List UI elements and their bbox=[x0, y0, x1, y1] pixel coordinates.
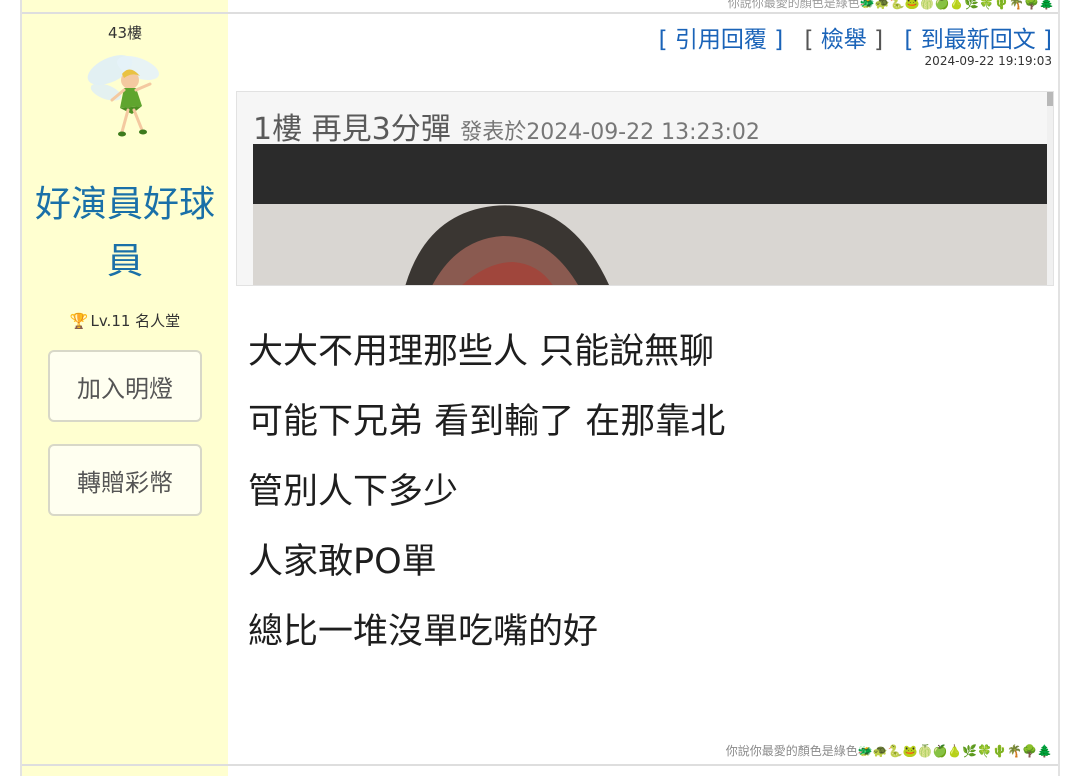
next-post-head bbox=[22, 766, 1058, 776]
forum-page: 你說你最愛的顏色是綠色🐲🐢🐍🐸🍈🍏🍐🌿🍀🌵🌴🌳🌲 43樓 好演員好球員 🏆 Lv… bbox=[0, 0, 1080, 776]
forum-post: 43樓 好演員好球員 🏆 Lv.11 名人堂 加入明燈 轉贈彩幣 [引用回覆 … bbox=[22, 14, 1058, 764]
quote-reply-link[interactable]: [ 引用回覆 ] bbox=[659, 27, 784, 53]
report-label: 檢舉 bbox=[820, 27, 867, 53]
post-body: 大大不用理那些人 只能說無聊 可能下兄弟 看到輸了 在那靠北 管別人下多少 人家… bbox=[248, 330, 725, 680]
body-line: 人家敢PO單 bbox=[248, 542, 437, 582]
post-frame: 你說你最愛的顏色是綠色🐲🐢🐍🐸🍈🍏🍐🌿🍀🌵🌴🌳🌲 43樓 好演員好球員 🏆 Lv… bbox=[20, 0, 1060, 776]
body-line: 管別人下多少 bbox=[248, 472, 459, 512]
post-timestamp: 2024-09-22 19:19:03 bbox=[924, 54, 1052, 68]
quote-reply-label: 引用回覆 bbox=[674, 27, 767, 53]
body-line: 大大不用理那些人 只能說無聊 bbox=[248, 332, 715, 372]
user-panel: 43樓 好演員好球員 🏆 Lv.11 名人堂 加入明燈 轉贈彩幣 bbox=[22, 14, 228, 764]
quote-header: 1樓 再見3分彈 發表於2024-09-22 13:23:02 bbox=[253, 104, 760, 148]
floor-number: 43樓 bbox=[107, 24, 143, 42]
post-actions: [ 引用回覆 ] [ 檢舉 ] [ 到最新回文 ] bbox=[645, 20, 1052, 54]
username[interactable]: 好演員好球員 bbox=[22, 176, 228, 290]
report-link[interactable]: [ 檢舉 ] bbox=[805, 27, 884, 53]
latest-reply-link[interactable]: [ 到最新回文 ] bbox=[904, 27, 1052, 53]
body-line: 可能下兄弟 看到輸了 在那靠北 bbox=[248, 402, 726, 442]
latest-reply-label: 到最新回文 bbox=[920, 27, 1036, 53]
body-line: 總比一堆沒單吃嘴的好 bbox=[248, 612, 599, 652]
user-level: 🏆 Lv.11 名人堂 bbox=[22, 310, 228, 331]
quoted-photo bbox=[253, 144, 1053, 285]
quote-title: 1樓 再見3分彈 bbox=[253, 112, 451, 147]
join-lamp-button[interactable]: 加入明燈 bbox=[48, 350, 202, 422]
quote-scrollbar[interactable] bbox=[1047, 92, 1053, 285]
gift-coins-button[interactable]: 轉贈彩幣 bbox=[48, 444, 202, 516]
previous-post-tail: 你說你最愛的顏色是綠色🐲🐢🐍🐸🍈🍏🍐🌿🍀🌵🌴🌳🌲 bbox=[22, 0, 1058, 12]
medal-icon: 🏆 bbox=[69, 312, 89, 330]
quote-meta: 發表於2024-09-22 13:23:02 bbox=[460, 120, 760, 145]
previous-post-signature: 你說你最愛的顏色是綠色🐲🐢🐍🐸🍈🍏🍐🌿🍀🌵🌴🌳🌲 bbox=[727, 0, 1054, 10]
tinkerbell-fairy-icon[interactable] bbox=[72, 44, 176, 148]
post-content: [ 引用回覆 ] [ 檢舉 ] [ 到最新回文 ] 2024-09-22 19:… bbox=[228, 14, 1058, 764]
level-label: Lv.11 名人堂 bbox=[90, 312, 181, 330]
quoted-post[interactable]: 1樓 再見3分彈 發表於2024-09-22 13:23:02 bbox=[236, 91, 1054, 286]
post-signature: 你說你最愛的顏色是綠色🐲🐢🐍🐸🍈🍏🍐🌿🍀🌵🌴🌳🌲 bbox=[725, 744, 1052, 758]
